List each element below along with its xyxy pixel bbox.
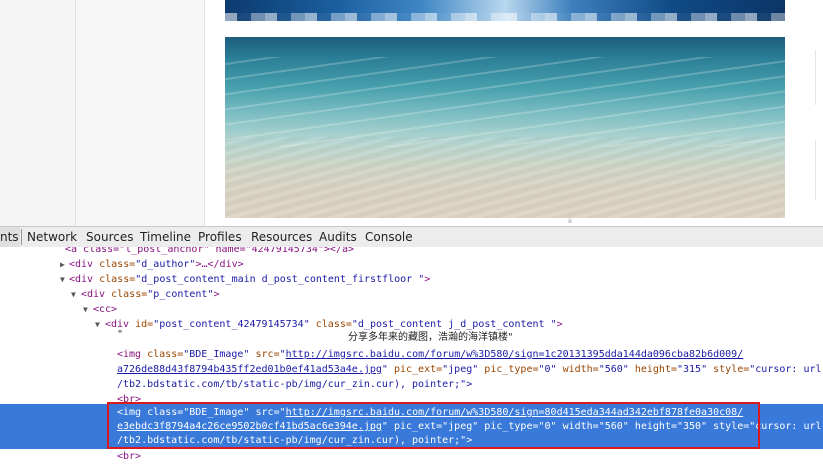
image-src-link[interactable]: http://imgsrc.baidu.com/forum/w%3D580/si… bbox=[286, 349, 744, 360]
water-ripple bbox=[225, 57, 785, 147]
dom-node-p-content[interactable]: ▼ <div class="p_content"> bbox=[0, 287, 823, 302]
dom-node-cc[interactable]: ▼ <cc> bbox=[0, 302, 823, 317]
expand-triangle-icon[interactable]: ▶ bbox=[60, 257, 65, 272]
image-src-link[interactable]: a726de88d43f8794b435ff2ed01b0ef41ad53a4e… bbox=[117, 364, 382, 375]
collapse-triangle-icon[interactable]: ▼ bbox=[60, 272, 65, 287]
collapse-triangle-icon[interactable]: ▼ bbox=[83, 302, 88, 317]
dom-node-img-1-cont[interactable]: a726de88d43f8794b435ff2ed01b0ef41ad53a4e… bbox=[0, 362, 823, 377]
dom-node-br[interactable]: <br> bbox=[0, 449, 823, 464]
tab-sources[interactable]: Sources bbox=[86, 227, 133, 247]
ocean-wave-image[interactable] bbox=[225, 0, 785, 21]
tab-elements[interactable]: nts bbox=[0, 227, 20, 247]
dom-node-img-1[interactable]: <img class="BDE_Image" src="http://imgsr… bbox=[0, 347, 823, 362]
tab-separator bbox=[21, 229, 22, 245]
panel-resize-handle[interactable]: ⁞⁞ bbox=[566, 219, 574, 225]
tab-audits[interactable]: Audits bbox=[319, 227, 357, 247]
post-sidebar-area bbox=[76, 0, 205, 228]
dom-node-img-1-cont[interactable]: /tb2.bdstatic.com/tb/static-pb/img/cur_z… bbox=[0, 377, 823, 392]
tab-timeline[interactable]: Timeline bbox=[140, 227, 191, 247]
page-left-margin bbox=[0, 0, 76, 228]
sand-texture bbox=[225, 137, 785, 218]
tab-profiles[interactable]: Profiles bbox=[198, 227, 242, 247]
page-viewport bbox=[0, 0, 823, 228]
dom-text-node[interactable]: " 分享多年来的藏图，浩瀚的海洋镇楼" bbox=[0, 329, 823, 344]
dom-node-anchor[interactable]: <a class="l_post_anchor" name="424791457… bbox=[0, 247, 823, 257]
right-border-line bbox=[815, 140, 823, 200]
wave-foam bbox=[225, 13, 785, 21]
collapse-triangle-icon[interactable]: ▼ bbox=[71, 287, 76, 302]
highlight-box bbox=[107, 402, 760, 449]
tab-resources[interactable]: Resources bbox=[251, 227, 312, 247]
dom-node-post-content-main[interactable]: ▼ <div class="d_post_content_main d_post… bbox=[0, 272, 823, 287]
tab-console[interactable]: Console bbox=[365, 227, 413, 247]
tab-network[interactable]: Network bbox=[27, 227, 77, 247]
right-border-line bbox=[815, 50, 823, 105]
devtools-toolbar: nts Network Sources Timeline Profiles Re… bbox=[0, 226, 823, 248]
beach-water-image[interactable] bbox=[225, 37, 785, 218]
dom-node-d-author[interactable]: ▶ <div class="d_author">…</div> bbox=[0, 257, 823, 272]
